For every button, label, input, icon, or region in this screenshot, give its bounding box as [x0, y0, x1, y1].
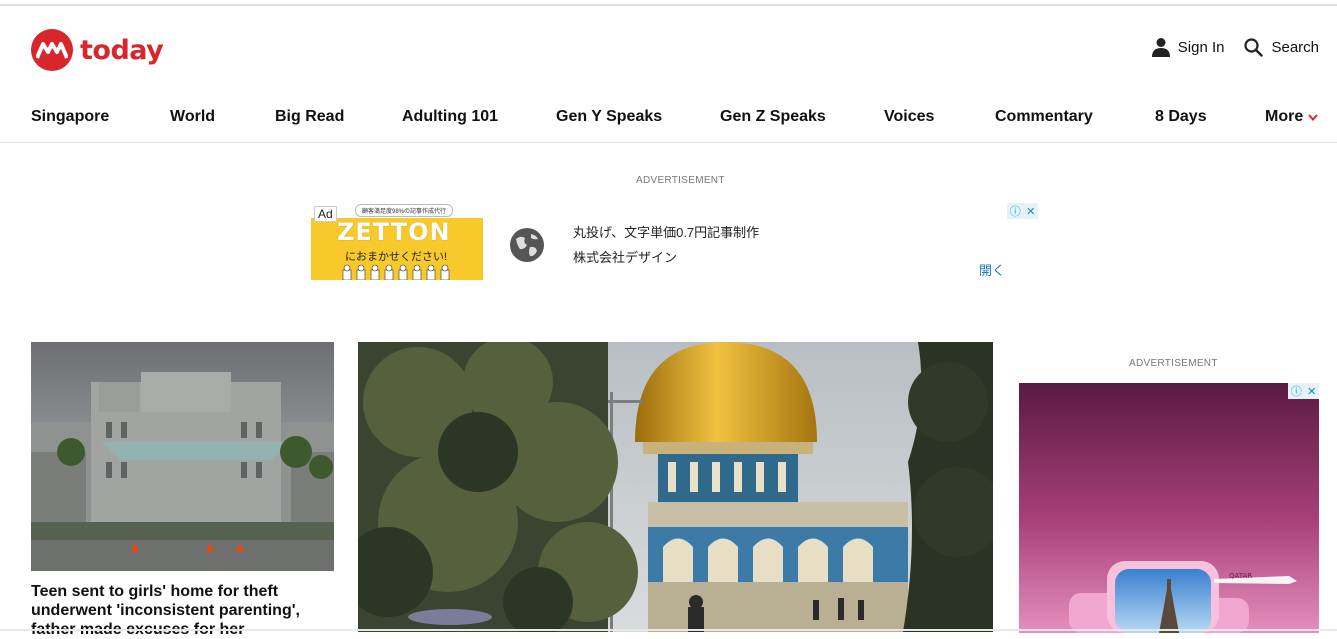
nav-item-commentary[interactable]: Commentary	[995, 108, 1093, 126]
user-icon	[1151, 38, 1170, 57]
ad-image-subtitle: におまかせください!	[345, 251, 448, 263]
ad-badge: Ad	[314, 206, 337, 222]
story-image-left[interactable]	[31, 342, 334, 571]
search-label: Search	[1271, 38, 1319, 56]
ad-text-line1: 丸投げ、文字単価0.7円記事制作	[573, 225, 760, 240]
ad-image-title: ZETTON	[337, 218, 451, 246]
header-utilities: Sign In Search	[1132, 37, 1319, 57]
nav-item-big-read[interactable]: Big Read	[275, 108, 344, 126]
nav-item-gen-z-speaks[interactable]: Gen Z Speaks	[720, 108, 826, 126]
side-ad-brand: QATAR	[1229, 572, 1252, 580]
nav-item-singapore[interactable]: Singapore	[31, 108, 109, 126]
site-logo[interactable]: today	[31, 29, 164, 71]
nav-item-world[interactable]: World	[170, 108, 215, 126]
sign-in-button[interactable]: Sign In	[1151, 37, 1225, 57]
side-info-icon: ⓘ	[1290, 386, 1302, 398]
globe-icon	[510, 228, 544, 262]
adchoices-icon[interactable]: ⓘ ✕	[1007, 203, 1038, 219]
side-ad-label: ADVERTISEMENT	[1129, 358, 1218, 369]
hero-story-image[interactable]	[358, 342, 993, 632]
logo-text: today	[80, 34, 164, 66]
search-icon	[1244, 37, 1264, 57]
ad-image[interactable]: ZETTON におまかせください!	[311, 218, 483, 280]
nav-item-voices[interactable]: Voices	[884, 108, 934, 126]
side-close-icon: ✕	[1307, 385, 1317, 398]
main-nav: Singapore World Big Read Adulting 101 Ge…	[0, 104, 1337, 143]
logo-mark-icon	[31, 29, 73, 71]
info-icon: ⓘ	[1009, 206, 1021, 218]
ad-open-link[interactable]: 開く	[979, 260, 1005, 279]
nav-item-8-days[interactable]: 8 Days	[1155, 108, 1207, 126]
chevron-down-icon	[1308, 113, 1318, 121]
ad-people-illustration	[342, 264, 450, 280]
sign-in-label: Sign In	[1177, 38, 1225, 56]
nav-more-label: More	[1265, 108, 1304, 125]
top-advertisement[interactable]: ZETTON におまかせください! 顧客満足度98%の記事作成代行 Ad 丸投げ…	[311, 202, 1038, 282]
top-ad-label: ADVERTISEMENT	[636, 175, 725, 186]
side-adchoices-icon[interactable]: ⓘ ✕	[1288, 383, 1319, 399]
search-button[interactable]: Search	[1244, 37, 1319, 57]
side-advertisement[interactable]: QATAR ⓘ ✕	[1019, 383, 1319, 633]
nav-item-gen-y-speaks[interactable]: Gen Y Speaks	[556, 108, 662, 126]
ad-image-tag: 顧客満足度98%の記事作成代行	[355, 204, 454, 217]
nav-item-adulting-101[interactable]: Adulting 101	[402, 108, 498, 126]
top-border	[0, 4, 1337, 6]
ad-text-line2: 株式会社デザイン	[573, 250, 678, 265]
close-icon: ✕	[1026, 205, 1036, 218]
nav-more-menu[interactable]: More	[1265, 108, 1318, 126]
